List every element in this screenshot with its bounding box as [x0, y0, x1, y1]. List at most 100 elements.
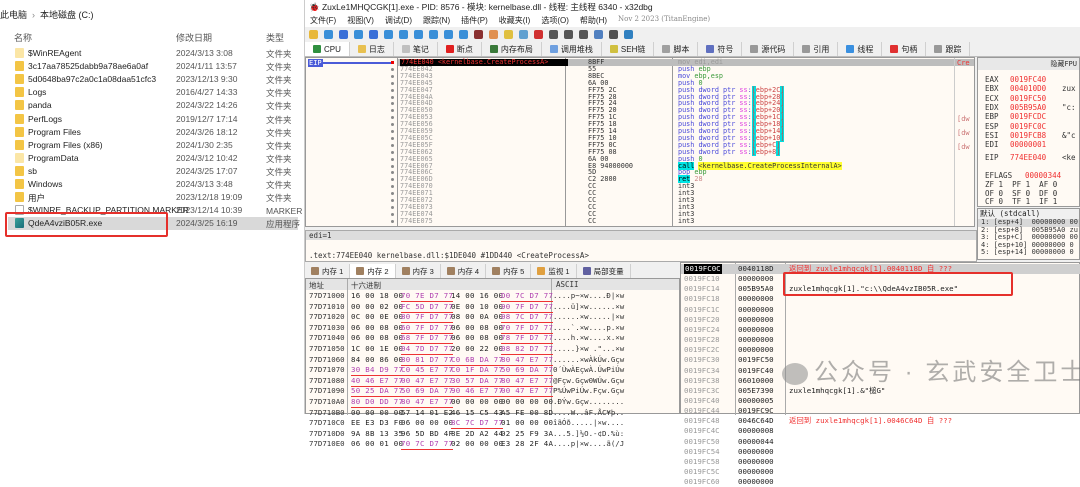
register-ebp[interactable]: EBP 0019FCDC [985, 112, 1062, 121]
tab-13[interactable]: 跟踪 [926, 42, 971, 56]
dump-row[interactable]: 77D710A0 80 D0 DD 77 80 47 E7 77 00 00 00 0… [306, 397, 676, 408]
dump-row[interactable]: 77D71010 00 00 02 00 FC 5D D7 77 0E 00 10 0… [306, 302, 676, 313]
column-date[interactable]: 修改日期 [176, 31, 212, 44]
breakpoint-dot-icon[interactable] [391, 212, 394, 216]
breakpoint-dot-icon[interactable] [391, 205, 394, 209]
memory-dump[interactable]: 地址 十六进制 ASCII 77D71000 16 00 18 00 70 7E D… [305, 278, 680, 451]
stack-row[interactable]: 0019FC24 00000000 [681, 325, 1080, 335]
breakpoint-dot-icon[interactable] [391, 81, 394, 85]
tab-0[interactable]: CPU [305, 42, 350, 56]
memory-tab-6[interactable]: 局部变量 [577, 264, 631, 278]
file-row[interactable]: 用户 2023/12/18 19:09 文件夹 [8, 191, 298, 204]
tab-12[interactable]: 句柄 [882, 42, 927, 56]
tab-5[interactable]: 调用堆栈 [542, 42, 602, 56]
dump-row[interactable]: 77D71020 0C 00 0E 00 80 7F D7 77 08 00 0A 0… [306, 312, 676, 324]
tab-11[interactable]: 线程 [838, 42, 883, 56]
stack-row[interactable]: 0019FC2C 00000000 [681, 345, 1080, 355]
toolbar-button-icon[interactable] [624, 29, 633, 39]
menu-item[interactable]: 收藏夹(I) [499, 15, 531, 27]
menu-item[interactable]: 文件(F) [310, 15, 336, 27]
toolbar-button-icon[interactable] [504, 29, 513, 39]
toolbar-button-icon[interactable] [489, 29, 498, 39]
dump-row[interactable]: 77D71000 16 00 18 00 70 7E D7 77 14 00 16 0… [306, 291, 676, 302]
register-edx[interactable]: EDX 005B95A0 "c: [985, 103, 1076, 112]
dump-row[interactable]: 77D710C0 EE E3 D3 F0 06 00 00 00 8C 7C D7 7… [306, 418, 676, 430]
file-row[interactable]: 5d0648ba97c2a0c1a08daa51cfc3 2023/12/13 9… [8, 73, 298, 86]
toolbar-button-icon[interactable] [579, 29, 588, 39]
breakpoint-dot-icon[interactable] [391, 136, 394, 140]
register-eflags[interactable]: EFLAGS 00000344 [985, 171, 1077, 180]
stack-row[interactable]: 0019FC34 0019FC40 [681, 366, 1080, 376]
breakpoint-dot-icon[interactable] [391, 150, 394, 154]
dump-row[interactable]: 77D71040 06 00 08 00 68 7F D7 77 06 00 08 0… [306, 333, 676, 345]
toolbar-button-icon[interactable] [339, 29, 348, 39]
stack-row[interactable]: 0019FC5C 00000000 [681, 467, 1080, 477]
menu-item[interactable]: 调试(D) [385, 15, 412, 27]
stack-row[interactable]: 0019FC1C 00000000 [681, 305, 1080, 315]
stack-row[interactable]: 0019FC54 00000000 [681, 447, 1080, 457]
file-row[interactable]: Program Files 2024/3/26 18:12 文件夹 [8, 126, 298, 139]
tab-3[interactable]: 断点 [438, 42, 482, 56]
menu-item[interactable]: 选项(O) [541, 15, 569, 27]
menu-item[interactable]: 帮助(H) [580, 15, 607, 27]
register-value[interactable]: 0019FCDC [1010, 112, 1062, 121]
register-value[interactable]: 00000001 [1010, 140, 1062, 149]
toolbar-button-icon[interactable] [309, 29, 318, 39]
toolbar-button-icon[interactable] [534, 29, 543, 39]
file-row[interactable]: Program Files (x86) 2024/1/30 2:35 文件夹 [8, 139, 298, 152]
stack-row[interactable]: 0019FC38 06010000 [681, 376, 1080, 386]
toolbar-button-icon[interactable] [519, 29, 528, 39]
disassembly-view[interactable]: EIP 774EE040 <kernelbase.CreateProcessA>… [305, 57, 975, 227]
toolbar-button-icon[interactable] [354, 29, 363, 39]
disasm-row[interactable]: 774EE075 CC int3 [391, 217, 974, 225]
stack-row[interactable]: 0019FC58 00000000 [681, 457, 1080, 467]
toolbar-button-icon[interactable] [459, 29, 468, 39]
register-value[interactable]: 0019FCB8 [1010, 131, 1062, 140]
register-value[interactable]: 0019FC50 [1010, 94, 1062, 103]
toolbar-button-icon[interactable] [414, 29, 423, 39]
memory-tab-3[interactable]: 内存 4 [441, 264, 487, 278]
breakpoint-dot-icon[interactable] [391, 74, 394, 78]
dump-row[interactable]: 77D71090 50 25 DA 77 50 69 DA 77 90 46 E7 7… [306, 386, 676, 398]
dump-row[interactable]: 77D71050 1C 00 1E 00 04 7D D7 77 20 00 22 0… [306, 344, 676, 355]
breadcrumb-c-drive[interactable]: 本地磁盘 (C:) [40, 10, 94, 20]
register-value[interactable]: 0019FC40 [1010, 75, 1062, 84]
register-ecx[interactable]: ECX 0019FC50 [985, 94, 1062, 103]
memory-tab-2[interactable]: 内存 3 [396, 264, 441, 278]
stack-row[interactable]: 0019FC4C 00000008 [681, 426, 1080, 436]
breakpoint-dot-icon[interactable] [391, 67, 394, 71]
stack-row[interactable]: 0019FC28 00000000 [681, 335, 1080, 345]
dump-row[interactable]: 77D71080 40 46 E7 77 00 47 E7 77 30 57 DA 7… [306, 376, 676, 387]
stack-row[interactable]: 0019FC50 00000044 [681, 437, 1080, 447]
stack-row[interactable]: 0019FC30 0019FC50 [681, 355, 1080, 365]
toolbar-button-icon[interactable] [564, 29, 573, 39]
register-eax[interactable]: EAX 0019FC40 [985, 75, 1062, 84]
stack-row[interactable]: 0019FC40 00000005 [681, 396, 1080, 406]
tab-7[interactable]: 脚本 [654, 42, 699, 56]
stack-row[interactable]: 0019FC44 0019FC9C [681, 406, 1080, 416]
flags-row[interactable]: CF 0 TF 1 IF 1 [985, 197, 1057, 206]
breadcrumb-this-pc[interactable]: 此电脑 [0, 10, 27, 20]
register-edi[interactable]: EDI 00000001 [985, 140, 1062, 149]
menu-item[interactable]: 插件(P) [461, 15, 488, 27]
dump-row[interactable]: 77D710D0 9A 8B 13 35 96 5D BD 4F 8E 2D A2 4… [306, 429, 676, 439]
register-value[interactable]: 0019FC0C [1010, 122, 1062, 131]
memory-tab-0[interactable]: 内存 1 [305, 264, 351, 278]
tab-1[interactable]: 日志 [350, 42, 394, 56]
file-row[interactable]: PerfLogs 2019/12/7 17:14 文件夹 [8, 113, 298, 126]
tab-9[interactable]: 源代码 [742, 42, 795, 56]
hide-fpu-button[interactable]: 隐藏FPU [978, 58, 1079, 70]
register-value[interactable]: 004010D0 [1010, 84, 1062, 93]
file-row[interactable]: sb 2024/3/25 17:07 文件夹 [8, 165, 298, 178]
tab-10[interactable]: 引用 [794, 42, 839, 56]
toolbar-button-icon[interactable] [369, 29, 378, 39]
toolbar-button-icon[interactable] [384, 29, 393, 39]
tab-8[interactable]: 符号 [698, 42, 743, 56]
tab-6[interactable]: SEH链 [602, 42, 655, 56]
stack-row[interactable]: 0019FC20 00000000 [681, 315, 1080, 325]
dump-row[interactable]: 77D710E0 06 00 01 00 70 7C D7 77 02 00 00 0… [306, 439, 676, 451]
column-name[interactable]: 名称 [14, 31, 32, 44]
tab-2[interactable]: 笔记 [394, 42, 438, 56]
stack-row[interactable]: 0019FC60 00000000 [681, 477, 1080, 487]
column-type[interactable]: 类型 [266, 31, 284, 44]
